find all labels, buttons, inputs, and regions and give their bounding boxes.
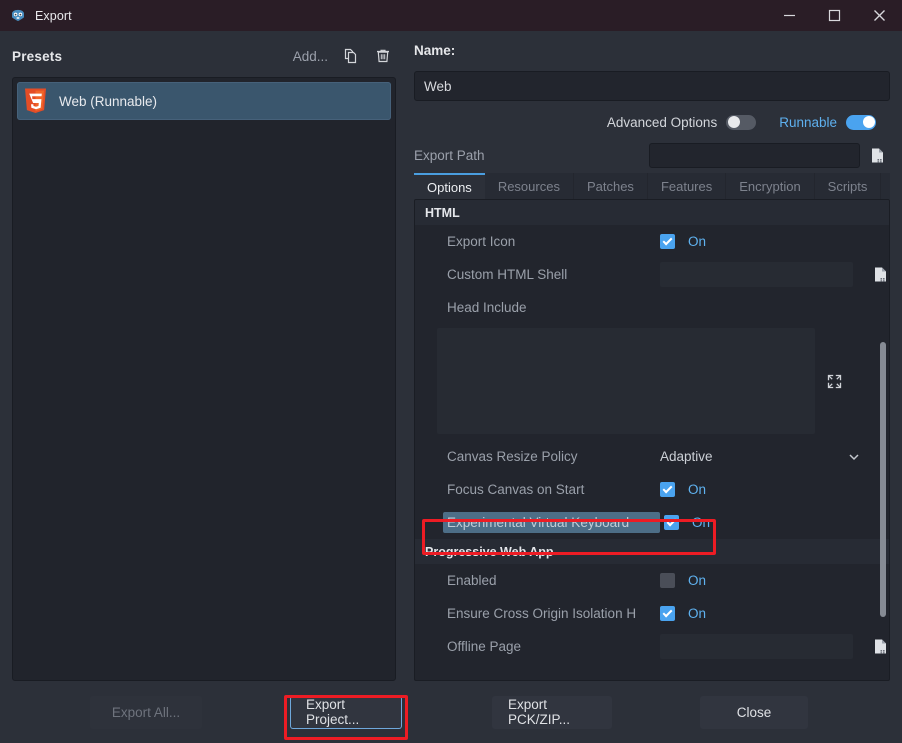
toggles-row: Advanced Options Runnable	[414, 105, 890, 139]
option-row-offline-page[interactable]: Offline Page	[415, 630, 889, 663]
option-value: On	[688, 606, 707, 621]
runnable-toggle[interactable]	[846, 114, 876, 130]
option-label: Custom HTML Shell	[447, 267, 568, 282]
presets-actions: Add...	[293, 47, 392, 65]
option-label: Focus Canvas on Start	[447, 482, 585, 497]
tab-bar: Options Resources Patches Features Encry…	[414, 173, 890, 199]
option-label: Experimental Virtual Keyboard	[443, 512, 660, 533]
godot-icon	[10, 8, 26, 24]
export-path-input[interactable]	[649, 142, 860, 168]
dialog-body: Presets Add... Web (Runnable) Name: Web …	[0, 31, 902, 681]
tab-features[interactable]: Features	[647, 173, 727, 199]
custom-html-shell-input[interactable]	[660, 262, 853, 287]
checkbox-virtual-keyboard[interactable]	[664, 515, 679, 530]
titlebar: Export	[0, 0, 902, 31]
export-dialog-window: Export Presets Add... Web (Runnable) Nam…	[0, 0, 902, 743]
option-label: Canvas Resize Policy	[447, 449, 578, 464]
export-path-label: Export Path	[414, 147, 485, 163]
config-panel: Name: Web Advanced Options Runnable Expo…	[406, 31, 902, 681]
export-project-button[interactable]: Export Project...	[290, 695, 402, 729]
option-row-head-include[interactable]: Head Include	[415, 291, 889, 324]
presets-header: Presets Add...	[12, 43, 396, 69]
tab-encryption[interactable]: Encryption	[726, 173, 815, 199]
window-controls	[767, 0, 902, 31]
export-all-button[interactable]: Export All...	[90, 695, 202, 729]
option-label: Enabled	[447, 573, 497, 588]
head-include-textarea[interactable]	[437, 328, 815, 434]
option-label: Ensure Cross Origin Isolation H	[447, 606, 637, 621]
options-inner: HTML Export Icon On Custom HTML Shell He…	[415, 200, 889, 680]
checkbox-pwa-enabled[interactable]	[660, 573, 675, 588]
toggle-knob	[727, 116, 740, 128]
section-header-html: HTML	[415, 200, 889, 225]
close-icon[interactable]	[857, 0, 902, 31]
html5-icon	[23, 87, 48, 115]
section-header-pwa: Progressive Web App	[415, 539, 889, 564]
export-pck-zip-button[interactable]: Export PCK/ZIP...	[492, 695, 612, 729]
check-icon	[662, 235, 673, 245]
tab-patches[interactable]: Patches	[573, 173, 648, 199]
option-value: On	[688, 482, 707, 497]
name-label: Name:	[414, 43, 456, 58]
tab-resources[interactable]: Resources	[484, 173, 574, 199]
checkbox-cross-origin-isolation[interactable]	[660, 606, 675, 621]
presets-panel: Presets Add... Web (Runnable)	[0, 31, 406, 681]
option-row-head-include-editor	[415, 324, 889, 440]
export-path-row: Export Path	[414, 139, 890, 171]
canvas-resize-policy-value: Adaptive	[660, 449, 713, 464]
footer-button-bar: Export All... Export Project... Export P…	[0, 681, 902, 743]
option-label: Export Icon	[447, 234, 516, 249]
name-input-value: Web	[424, 78, 452, 94]
minimize-icon[interactable]	[767, 0, 812, 31]
maximize-icon[interactable]	[812, 0, 857, 31]
check-icon	[666, 516, 677, 526]
option-value: On	[692, 515, 711, 530]
checkbox-export-icon[interactable]	[660, 234, 675, 249]
toggle-knob	[862, 116, 875, 128]
tab-bar-filler	[881, 173, 890, 199]
option-label: Head Include	[447, 300, 527, 315]
option-value: On	[688, 573, 707, 588]
option-row-focus-canvas-on-start[interactable]: Focus Canvas on Start On	[415, 473, 889, 506]
option-row-canvas-resize-policy[interactable]: Canvas Resize Policy Adaptive	[415, 440, 889, 473]
option-row-enabled[interactable]: Enabled On	[415, 564, 889, 597]
file-browse-icon[interactable]	[864, 144, 890, 166]
options-list[interactable]: HTML Export Icon On Custom HTML Shell He…	[414, 199, 890, 681]
offline-page-input[interactable]	[660, 634, 853, 659]
advanced-options-label: Advanced Options	[606, 114, 718, 130]
check-icon	[662, 483, 673, 493]
tab-options[interactable]: Options	[414, 173, 485, 199]
scrollbar-thumb[interactable]	[880, 342, 886, 617]
window-title: Export	[35, 8, 72, 23]
preset-item-label: Web (Runnable)	[59, 93, 158, 109]
duplicate-icon[interactable]	[342, 47, 360, 65]
advanced-options-toggle[interactable]	[726, 114, 757, 130]
close-button[interactable]: Close	[700, 695, 808, 729]
option-row-export-icon[interactable]: Export Icon On	[415, 225, 889, 258]
check-icon	[662, 607, 673, 617]
option-label: Offline Page	[447, 639, 522, 654]
runnable-label: Runnable	[779, 114, 837, 130]
checkbox-focus-canvas[interactable]	[660, 482, 675, 497]
option-row-custom-html-shell[interactable]: Custom HTML Shell	[415, 258, 889, 291]
option-row-experimental-virtual-keyboard[interactable]: Experimental Virtual Keyboard On	[415, 506, 889, 539]
option-row-ensure-cross-origin-isolation[interactable]: Ensure Cross Origin Isolation H On	[415, 597, 889, 630]
trash-icon[interactable]	[374, 47, 392, 65]
add-preset-button[interactable]: Add...	[293, 49, 328, 64]
option-row-partial[interactable]	[415, 663, 889, 680]
preset-list[interactable]: Web (Runnable)	[12, 77, 396, 681]
preset-item-web[interactable]: Web (Runnable)	[17, 82, 391, 120]
presets-title: Presets	[12, 48, 63, 64]
tab-scripts[interactable]: Scripts	[814, 173, 882, 199]
chevron-down-icon[interactable]	[847, 450, 861, 464]
name-input[interactable]: Web	[414, 71, 890, 101]
options-scrollbar[interactable]	[879, 200, 887, 680]
expand-icon[interactable]	[823, 374, 845, 389]
option-value: On	[688, 234, 707, 249]
